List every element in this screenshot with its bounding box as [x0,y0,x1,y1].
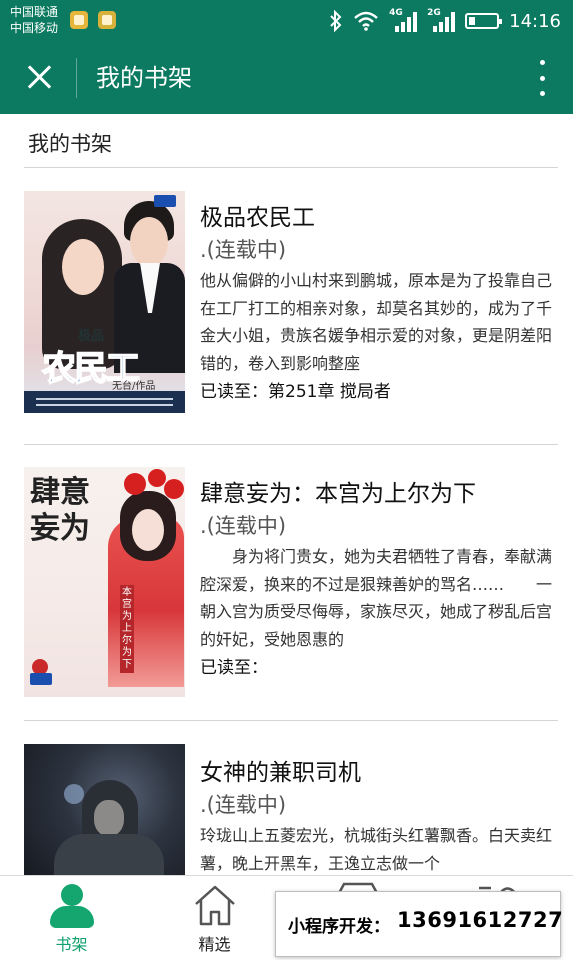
promo-banner: 小程序开发： 13691612727 [275,891,564,957]
cover-band [24,391,185,413]
more-vertical-icon[interactable] [537,60,547,96]
book-item[interactable]: 女神的兼职司机 .(连载中) 玲珑山上五菱宏光，杭城街头红薯飘香。白天卖红薯，晚… [24,744,558,875]
book-title[interactable]: 女神的兼职司机 [200,758,558,788]
tab-label: 精选 [198,935,231,954]
tab-bookshelf[interactable]: 书架 [0,876,143,960]
read-progress: 已读至： [200,658,268,678]
tab-label: 书架 [55,935,88,954]
book-info: 极品农民工 .(连载中) 他从偏僻的小山村来到鹏城，原本是为了投靠自己在工厂打工… [200,191,558,405]
read-progress: 已读至：第251章 搅局者 [200,382,391,402]
notification-app-icon [98,11,116,29]
wifi-icon [354,11,378,31]
cover-vertical-title: 本宫为上尔为下 [120,585,134,673]
nav-divider [76,58,77,98]
promo-phone: 13691612727 [397,908,564,932]
clock: 14:16 [509,10,561,32]
book-status: .(连载中) [200,514,287,538]
notification-app-icon [70,11,88,29]
book-status: .(连载中) [200,238,287,262]
divider [24,444,558,445]
tab-featured[interactable]: 精选 [143,876,286,960]
book-cover[interactable] [24,744,185,875]
page-title: 我的书架 [96,64,192,92]
carrier-info: 中国联通 中国移动 [10,4,58,36]
cover-author: 无台/作品 [112,381,156,392]
publisher-logo-icon [30,673,52,685]
person-icon [50,884,94,928]
book-cover[interactable]: 肆意妄为 本宫为上尔为下 [24,467,185,697]
book-status: .(连载中) [200,793,287,817]
book-cover[interactable]: 极品 农民工 无台/作品 [24,191,185,413]
book-info: 女神的兼职司机 .(连载中) 玲珑山上五菱宏光，杭城街头红薯飘香。白天卖红薯，晚… [200,744,558,875]
bluetooth-icon [330,10,342,32]
carrier-1: 中国联通 [10,5,59,19]
book-title[interactable]: 肆意妄为：本宫为上尔为下 [200,479,558,509]
close-icon[interactable] [22,60,56,94]
network-type-2: 2G [427,8,441,18]
carrier-2: 中国移动 [10,21,59,35]
book-item[interactable]: 极品 农民工 无台/作品 极品农民工 .(连载中) 他从偏僻的小山村来到鹏城，原… [24,191,558,413]
book-item[interactable]: 肆意妄为 本宫为上尔为下 肆意妄为：本宫为上尔为下 .(连载中) 身为将门贵女，… [24,467,558,697]
signal-4g-icon: 4G [389,8,418,32]
book-description: 身为将门贵女，她为夫君牺牲了青春，奉献满腔深爱，换来的不过是狠辣善妒的骂名…… … [200,547,553,649]
book-description: 他从偏僻的小山村来到鹏城，原本是为了投靠自己在工厂打工的相亲对象，却莫名其妙的，… [200,271,553,373]
promo-label: 小程序开发： [288,917,390,937]
cover-calligraphy: 肆意妄为 [30,475,90,546]
book-info: 肆意妄为：本宫为上尔为下 .(连载中) 身为将门贵女，她为夫君牺牲了青春，奉献满… [200,467,558,681]
nav-bar: 我的书架 [0,42,573,114]
status-bar: 中国联通 中国移动 4G 2G 14:16 [0,0,573,42]
publisher-logo-icon [154,195,176,207]
divider [24,167,558,168]
book-description: 玲珑山上五菱宏光，杭城街头红薯飘香。白天卖红薯，晚上开黑车，王逸立志做一个 [200,826,553,873]
signal-2g-icon: 2G [427,8,456,32]
book-title[interactable]: 极品农民工 [200,203,558,233]
section-header: 我的书架 [28,132,112,156]
divider [24,720,558,721]
battery-icon [465,13,503,29]
home-icon [195,885,235,926]
network-type-1: 4G [389,8,403,18]
